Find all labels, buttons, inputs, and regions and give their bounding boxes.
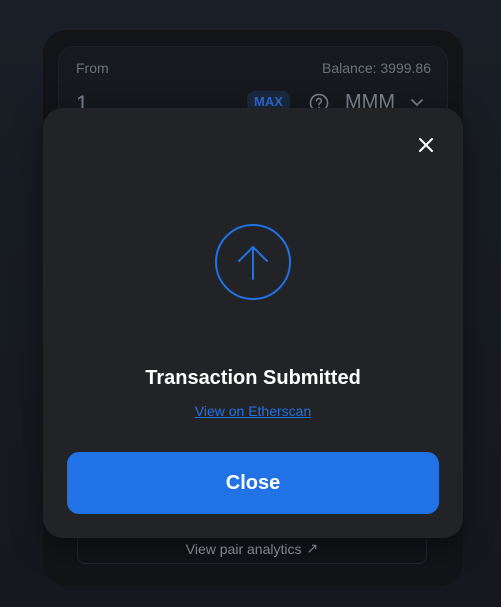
modal-title: Transaction Submitted: [145, 367, 361, 389]
close-icon[interactable]: [418, 137, 434, 153]
view-on-etherscan-link[interactable]: View on Etherscan: [43, 403, 463, 419]
arrow-up-circle-icon: [215, 224, 291, 300]
balance-text: Balance: 3999.86: [322, 60, 431, 76]
transaction-submitted-modal: Transaction Submitted View on Etherscan …: [43, 108, 463, 538]
close-button[interactable]: Close: [67, 452, 439, 514]
arrow-up-right-icon: ↗: [306, 540, 319, 556]
from-label: From: [76, 60, 109, 76]
chevron-down-icon[interactable]: [411, 99, 423, 107]
pair-analytics-label: View pair analytics: [185, 540, 302, 557]
